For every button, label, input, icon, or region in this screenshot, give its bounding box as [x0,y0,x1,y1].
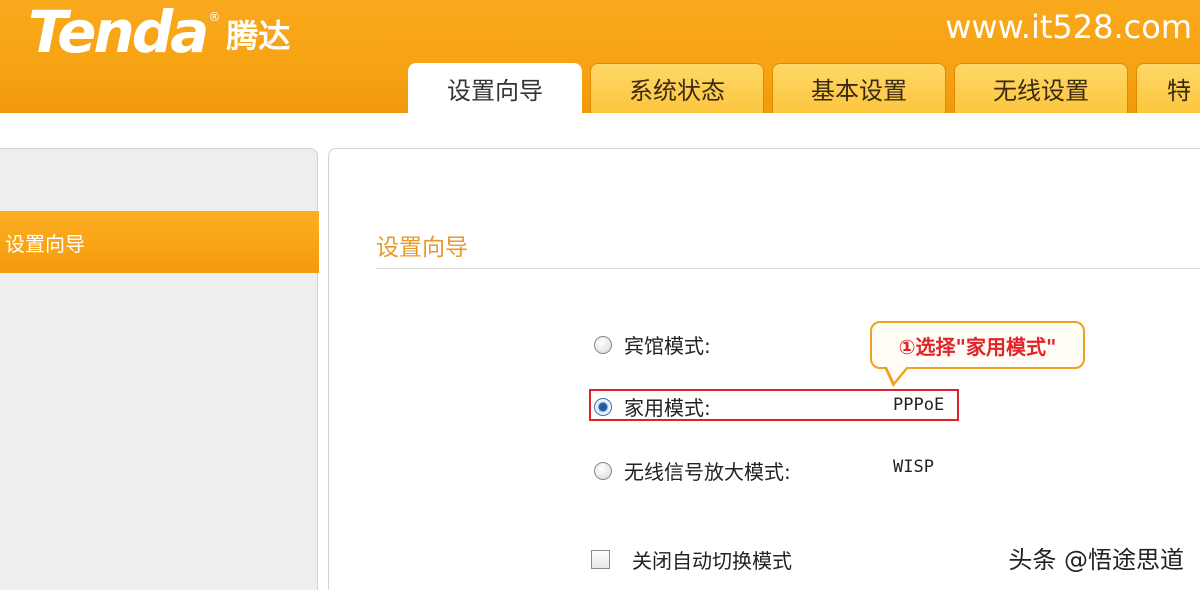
auto-switch-label: 关闭自动切换模式 [632,549,792,573]
logo-chinese-name: 腾达 [226,17,291,55]
sidebar: 设置向导 [0,148,319,590]
repeater-mode-value: WISP [893,457,934,477]
content-panel [328,148,1200,590]
tab-advanced[interactable]: 特 [1136,63,1200,113]
logo-text: Tenda [28,0,209,66]
home-mode-highlight [589,389,959,421]
repeater-mode-label: 无线信号放大模式: [624,460,791,484]
tab-basic-settings[interactable]: 基本设置 [772,63,946,113]
auto-switch-checkbox[interactable] [591,550,610,569]
hotel-mode-radio[interactable] [594,335,612,354]
tab-wireless-settings[interactable]: 无线设置 [954,63,1128,113]
option-repeater-mode[interactable]: 无线信号放大模式: [594,456,791,485]
tenda-logo: Tenda ® 腾达 [28,2,290,62]
hotel-mode-label: 宾馆模式: [624,334,711,358]
callout-text: ①选择"家用模式" [898,334,1057,359]
instruction-callout: ①选择"家用模式" [870,321,1085,369]
title-divider [376,268,1200,269]
tab-system-status[interactable]: 系统状态 [590,63,764,113]
site-url-watermark: www.it528.com [945,8,1192,46]
repeater-mode-radio[interactable] [594,461,612,480]
option-hotel-mode[interactable]: 宾馆模式: [594,330,711,359]
callout-tail-fill [886,365,908,382]
main-tabs: 设置向导 系统状态 基本设置 无线设置 特 [408,63,1200,113]
sidebar-item-setup-wizard[interactable]: 设置向导 [0,211,319,273]
header-bar: Tenda ® 腾达 www.it528.com 设置向导 系统状态 基本设置 … [0,0,1200,113]
tab-setup-wizard[interactable]: 设置向导 [408,63,582,113]
watermark-text: 头条 @悟途思道 [1008,546,1184,574]
page-title: 设置向导 [376,235,468,261]
logo-registered-mark: ® [208,10,221,24]
auto-switch-row[interactable]: 关闭自动切换模式 [591,545,792,574]
